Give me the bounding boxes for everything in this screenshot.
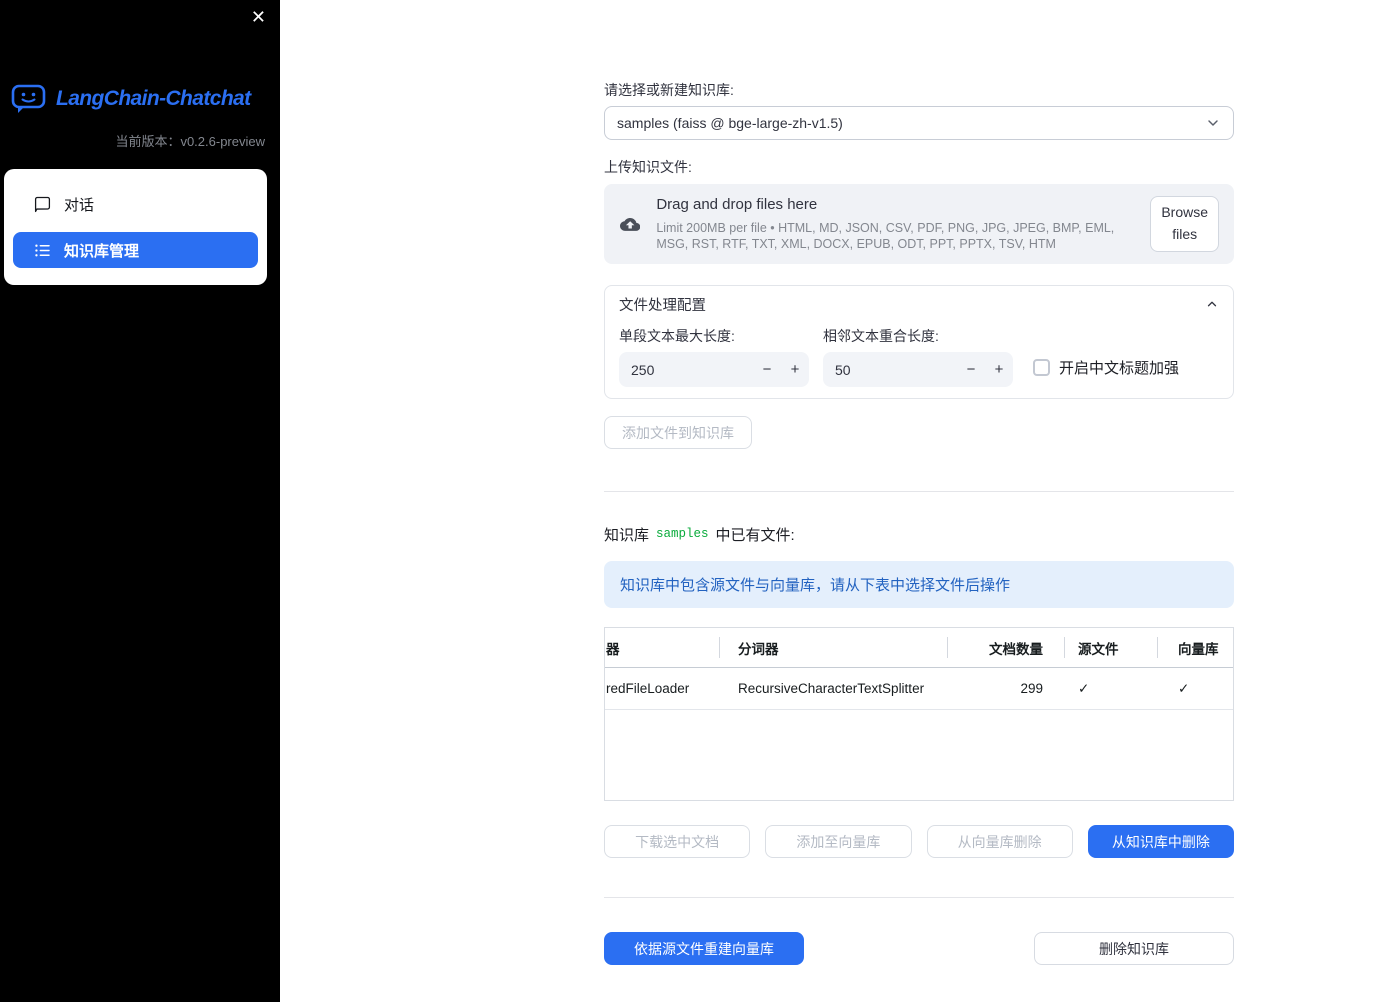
sidebar-item-knowledge-base[interactable]: 知识库管理 [13, 232, 258, 268]
cell-doc-count: 299 [1020, 681, 1043, 696]
info-banner: 知识库中包含源文件与向量库，请从下表中选择文件后操作 [604, 561, 1234, 608]
main-content: 请选择或新建知识库: samples (faiss @ bge-large-zh… [604, 0, 1234, 965]
chunk-size-input[interactable]: 250 − + [619, 352, 809, 387]
cell-loader: redFileLoader [606, 681, 690, 696]
table-row[interactable]: redFileLoader RecursiveCharacterTextSpli… [605, 668, 1233, 710]
chunk-size-group: 单段文本最大长度: 250 − + [619, 329, 809, 387]
table-header-row: 器 分词器 文档数量 源文件 向量库 [605, 628, 1233, 668]
expander-body: 单段文本最大长度: 250 − + 相邻文本重合长度: 50 − + 开启中文标… [605, 322, 1233, 387]
upload-label: 上传知识文件: [604, 159, 692, 175]
overlap-size-label: 相邻文本重合长度: [823, 328, 939, 344]
cell-vector-store-check: ✓ [1178, 680, 1190, 696]
kb-select[interactable]: samples (faiss @ bge-large-zh-v1.5) [604, 106, 1234, 140]
overlap-size-value: 50 [835, 361, 851, 378]
overlap-size-increment-button[interactable]: + [985, 352, 1013, 387]
app-window: ✕ LangChain-Chatchat 当前版本：v0.2.6-preview… [0, 0, 1380, 1002]
delete-from-vector-store-button[interactable]: 从向量库删除 [926, 825, 1073, 858]
kb-name-code: samples [656, 527, 709, 541]
add-to-vector-store-button[interactable]: 添加至向量库 [765, 825, 912, 858]
file-config-expander: 文件处理配置 单段文本最大长度: 250 − + 相邻文本重合长度: 50 − … [604, 285, 1234, 399]
chevron-up-icon [1207, 301, 1217, 307]
kb-files-suffix: 中已有文件: [715, 526, 795, 544]
zh-title-enhance-checkbox[interactable]: 开启中文标题加强 [1033, 357, 1179, 378]
kb-select-value: samples (faiss @ bge-large-zh-v1.5) [617, 115, 843, 131]
kb-files-table[interactable]: 器 分词器 文档数量 源文件 向量库 redFileLoader Recursi… [604, 627, 1234, 801]
sidebar-item-label: 知识库管理 [64, 242, 140, 260]
kb-files-heading: 知识库 samples 中已有文件: [604, 526, 1234, 544]
column-header-doc-count[interactable]: 文档数量 [948, 628, 1065, 667]
rebuild-vector-store-button[interactable]: 依据源文件重建向量库 [604, 932, 804, 965]
app-logo: LangChain-Chatchat [11, 84, 280, 114]
overlap-size-input[interactable]: 50 − + [823, 352, 1013, 387]
divider [604, 897, 1234, 898]
chunk-size-value: 250 [631, 361, 655, 378]
list-icon [35, 244, 50, 256]
cell-source-file-check: ✓ [1078, 680, 1090, 696]
dropzone-title: Drag and drop files here [656, 195, 818, 213]
file-dropzone[interactable]: Drag and drop files here Limit 200MB per… [604, 184, 1234, 264]
overlap-size-decrement-button[interactable]: − [957, 352, 985, 387]
column-header-source-file[interactable]: 源文件 [1065, 628, 1158, 667]
delete-kb-button[interactable]: 删除知识库 [1034, 932, 1234, 965]
version-caption: 当前版本：v0.2.6-preview [115, 134, 265, 149]
column-header-splitter[interactable]: 分词器 [720, 628, 948, 667]
checkbox-label: 开启中文标题加强 [1059, 360, 1180, 377]
dropzone-text: Drag and drop files here Limit 200MB per… [656, 196, 1134, 253]
expander-title: 文件处理配置 [619, 297, 706, 314]
kb-files-prefix: 知识库 [604, 526, 650, 544]
checkbox-box-icon [1033, 359, 1050, 376]
chatchat-logo-icon [11, 84, 46, 113]
info-message: 知识库中包含源文件与向量库，请从下表中选择文件后操作 [620, 577, 1011, 594]
kb-action-buttons: 依据源文件重建向量库 删除知识库 [604, 932, 1234, 965]
add-files-to-kb-button[interactable]: 添加文件到知识库 [604, 416, 752, 449]
cell-splitter: RecursiveCharacterTextSplitter [738, 681, 925, 696]
download-selected-button[interactable]: 下载选中文档 [604, 825, 751, 858]
sidebar-close-icon[interactable]: ✕ [251, 7, 266, 27]
expander-header[interactable]: 文件处理配置 [605, 286, 1233, 322]
sidebar-item-label: 对话 [64, 196, 95, 214]
overlap-size-group: 相邻文本重合长度: 50 − + [823, 329, 1013, 387]
chunk-size-label: 单段文本最大长度: [619, 328, 735, 344]
column-header-loader[interactable]: 器 [605, 628, 720, 667]
sidebar-menu: 对话 知识库管理 [4, 169, 267, 285]
delete-from-kb-button[interactable]: 从知识库中删除 [1087, 825, 1234, 858]
chat-bubble-icon [34, 196, 51, 212]
logo-text: LangChain-Chatchat [56, 87, 251, 110]
cloud-upload-icon [620, 217, 641, 231]
column-header-vector-store[interactable]: 向量库 [1158, 628, 1233, 667]
browse-files-button[interactable]: Browse files [1150, 196, 1219, 252]
chevron-down-icon [1208, 120, 1218, 126]
chunk-size-increment-button[interactable]: + [781, 352, 809, 387]
file-action-buttons: 下载选中文档 添加至向量库 从向量库删除 从知识库中删除 [604, 825, 1234, 858]
sidebar: ✕ LangChain-Chatchat 当前版本：v0.2.6-preview… [0, 0, 280, 1002]
kb-select-label: 请选择或新建知识库: [604, 82, 734, 98]
chunk-size-decrement-button[interactable]: − [753, 352, 781, 387]
sidebar-item-dialogue[interactable]: 对话 [13, 186, 258, 222]
divider [604, 491, 1234, 492]
dropzone-limit-caption: Limit 200MB per file • HTML, MD, JSON, C… [656, 220, 1115, 251]
